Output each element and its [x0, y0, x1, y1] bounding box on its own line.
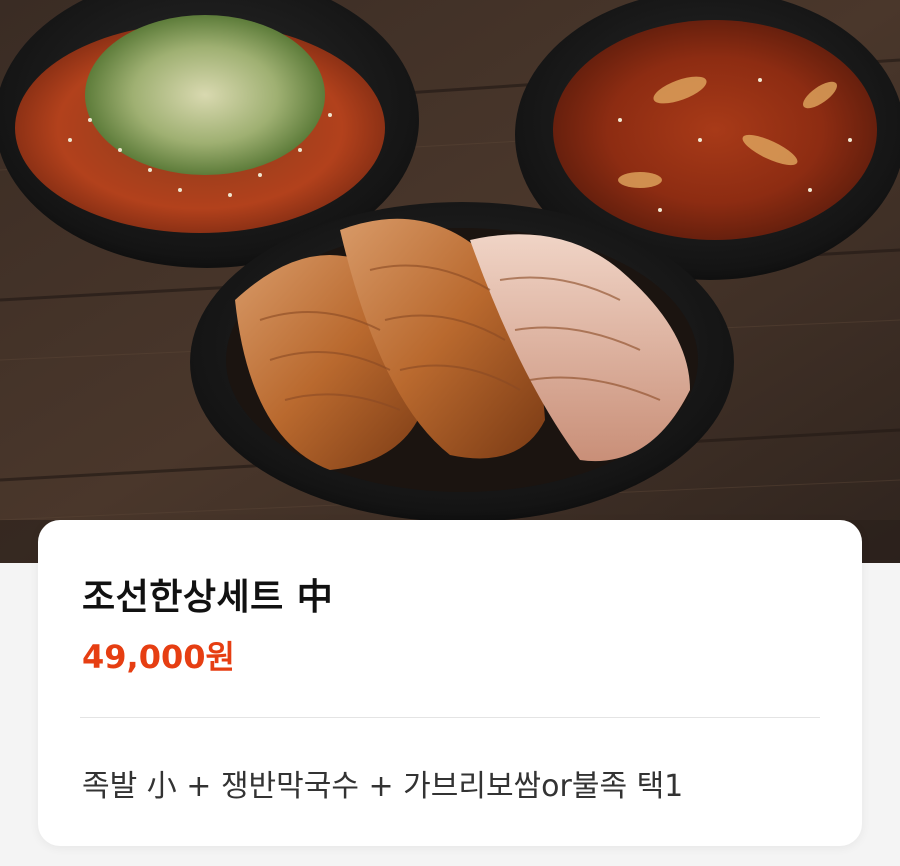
food-photo: [0, 0, 900, 563]
divider: [80, 717, 820, 718]
product-price: 49,000원: [82, 638, 235, 676]
product-info-card: 조선한상세트 中 49,000원 족발 小 + 쟁반막국수 + 가브리보쌈or불…: [38, 520, 862, 846]
product-description: 족발 小 + 쟁반막국수 + 가브리보쌈or불족 택1: [82, 769, 684, 804]
product-title: 조선한상세트 中: [82, 577, 334, 618]
product-image: [0, 0, 900, 563]
